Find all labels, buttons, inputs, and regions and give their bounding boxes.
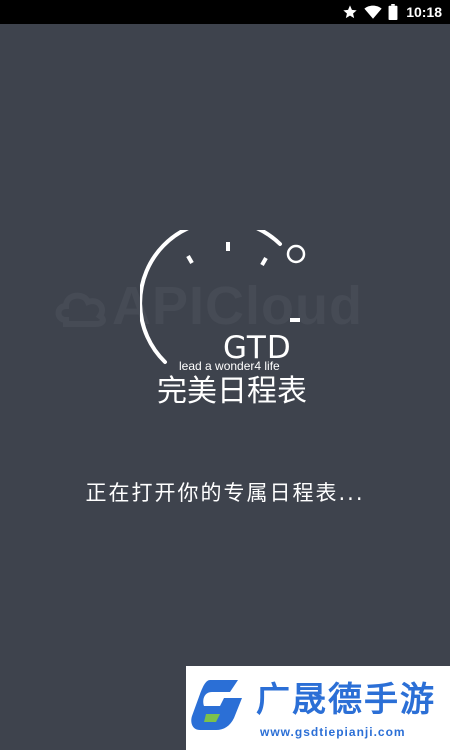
app-name: 完美日程表	[157, 374, 307, 409]
logo-slogan: lead a wonder4 life	[179, 359, 280, 373]
gauge-tick	[186, 255, 194, 264]
status-bar: 10:18	[0, 0, 450, 24]
brand-banner: 广晟德手游 www.gsdtiepianji.com	[186, 666, 450, 750]
gauge-tick	[260, 257, 268, 266]
status-time: 10:18	[406, 4, 442, 20]
status-icons: 10:18	[342, 0, 442, 24]
wifi-icon	[364, 5, 382, 19]
battery-icon	[388, 4, 398, 20]
brand-url: www.gsdtiepianji.com	[260, 725, 406, 739]
cloud-logo-icon	[55, 292, 106, 327]
gauge-circle-icon	[286, 244, 306, 264]
star-icon	[343, 5, 357, 19]
brand-g-logo-icon	[191, 680, 242, 730]
splash-screen: 10:18 APICloud GTD lead a wonder4 life 完…	[0, 0, 450, 750]
brand-name: 广晟德手游	[256, 680, 436, 720]
loading-message: 正在打开你的专属日程表...	[85, 481, 365, 505]
